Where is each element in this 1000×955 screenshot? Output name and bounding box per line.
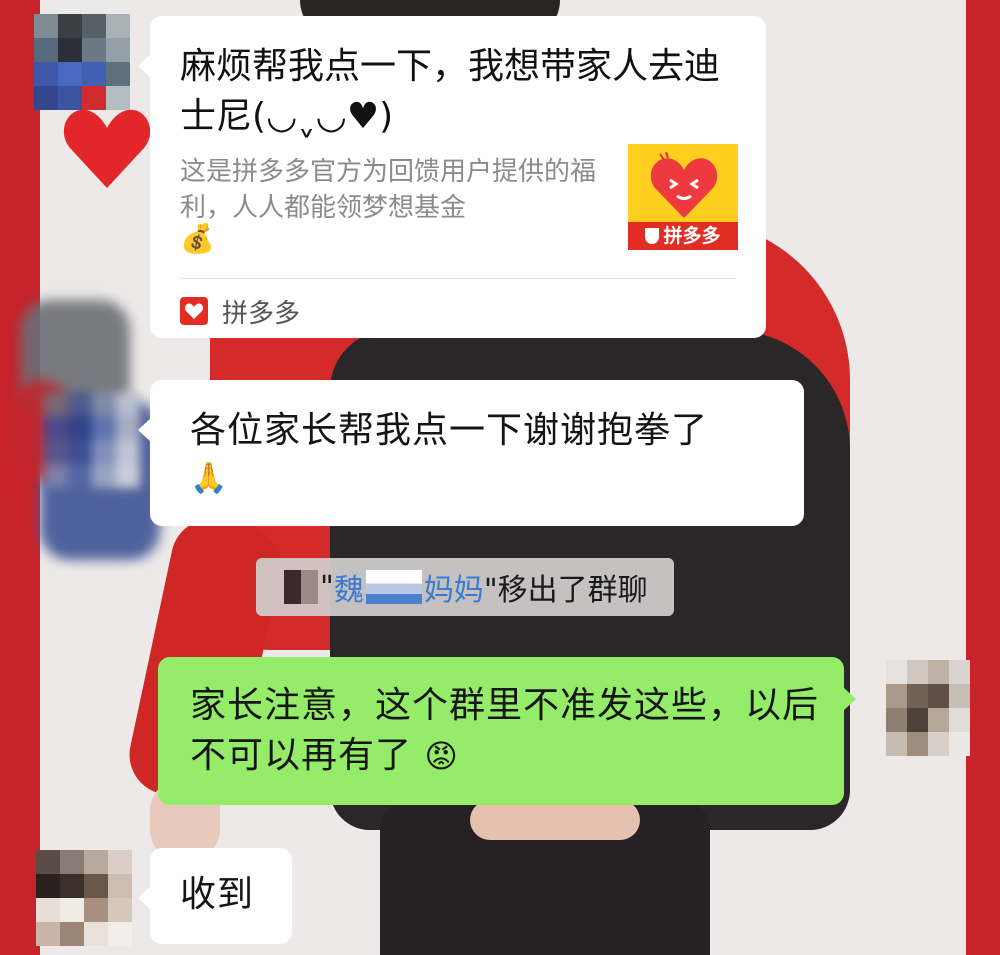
sender-avatar-3[interactable] — [36, 850, 132, 946]
outgoing-message[interactable]: 家长注意，这个群里不准发这些，以后不可以再有了 😡 — [158, 657, 856, 805]
sender-avatar-2[interactable] — [44, 392, 140, 488]
text-message[interactable]: 各位家长帮我点一下谢谢抱拳了 🙏 — [138, 380, 804, 526]
angry-face-icon: 😡 — [424, 737, 459, 775]
smiling-heart-icon — [650, 151, 718, 218]
member-name[interactable]: 魏 — [334, 565, 364, 609]
heart-decoration — [63, 109, 151, 188]
card-title: 麻烦帮我点一下，我想带家人去迪士尼(◡ˬ◡♥) — [180, 46, 721, 137]
system-notice-removed: " 魏 妈妈 "移出了群聊 — [256, 558, 674, 616]
card-source-label: 拼多多 — [222, 298, 301, 329]
card-thumbnail: 拼多多 — [628, 144, 738, 250]
pdd-logo-icon — [180, 297, 208, 325]
link-card-message[interactable]: 麻烦帮我点一下，我想带家人去迪士尼(◡ˬ◡♥) 这是拼多多官方为回馈用户提供的福… — [138, 16, 766, 338]
folded-hands-icon: 🙏 — [190, 461, 229, 496]
member-name[interactable]: 妈妈 — [424, 565, 484, 609]
card-divider — [180, 278, 736, 279]
my-avatar[interactable] — [886, 660, 970, 756]
message-text: 收到 — [180, 874, 255, 915]
card-source: 拼多多 — [180, 294, 301, 329]
pdd-tag: 拼多多 — [628, 222, 738, 250]
redacted-name — [365, 570, 422, 604]
redacted-name — [284, 570, 318, 604]
card-description: 这是拼多多官方为回馈用户提供的福利，人人都能领梦想基金 — [180, 157, 597, 223]
sender-avatar[interactable] — [34, 14, 130, 110]
message-text: 各位家长帮我点一下谢谢抱拳了 — [190, 410, 709, 451]
reply-message[interactable]: 收到 — [138, 848, 292, 944]
message-text: 家长注意，这个群里不准发这些，以后不可以再有了 — [190, 685, 820, 776]
money-bag-icon: 💰 — [180, 222, 215, 255]
